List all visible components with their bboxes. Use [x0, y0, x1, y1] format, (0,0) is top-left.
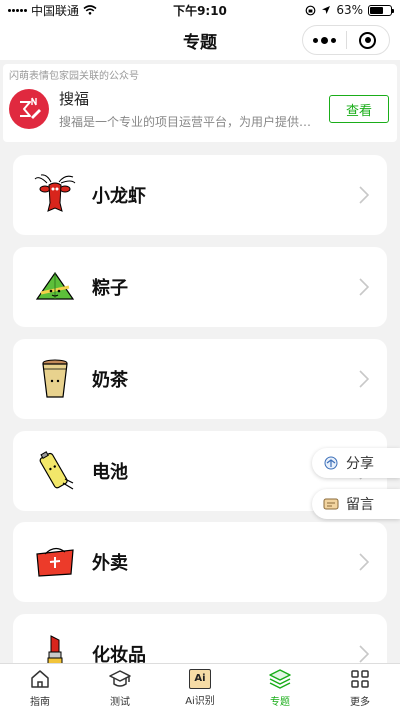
topic-card-milk-tea[interactable]: 奶茶 [13, 339, 387, 419]
view-button[interactable]: 查看 [329, 95, 389, 123]
takeout-bag-icon [33, 540, 77, 584]
more-dots-icon [312, 36, 336, 44]
chevron-right-icon [359, 645, 369, 663]
message-label: 留言 [346, 497, 374, 513]
topic-title: 奶茶 [92, 370, 128, 391]
topic-title: 粽子 [92, 278, 128, 299]
sigma-pen-icon [20, 97, 41, 119]
home-icon [31, 669, 49, 688]
more-menu-button[interactable] [303, 26, 346, 54]
message-icon [323, 498, 339, 510]
wifi-icon [83, 5, 97, 15]
chevron-right-icon [359, 278, 369, 296]
topic-title: 外卖 [92, 553, 128, 574]
tab-topics[interactable]: 专题 [240, 664, 320, 711]
grid-icon [351, 669, 369, 688]
chevron-right-icon [359, 370, 369, 388]
topic-card-zongzi[interactable]: 粽子 [13, 247, 387, 327]
nav-bar: 专题 [0, 20, 400, 60]
location-icon [322, 6, 331, 14]
tab-guide[interactable]: 指南 [0, 664, 80, 711]
official-account-banner[interactable]: 闪萌表情包家园关联的公众号 搜福 搜福是一个专业的项目运营平台，为用户提供各..… [3, 64, 397, 142]
signal-icon [8, 8, 27, 12]
share-icon [324, 456, 338, 470]
share-button[interactable]: 分享 [312, 448, 400, 478]
topic-card-takeout[interactable]: 外卖 [13, 522, 387, 602]
tab-bar: 指南 测试 Ai Ai识别 专题 更多 [0, 663, 400, 711]
chevron-right-icon [359, 186, 369, 204]
tab-label: 测试 [110, 696, 130, 708]
share-label: 分享 [346, 456, 374, 472]
orientation-lock-icon [305, 5, 316, 15]
official-account-description: 搜福是一个专业的项目运营平台，为用户提供各... [59, 115, 321, 129]
carrier-label: 中国联通 [31, 3, 80, 18]
layers-icon [269, 668, 291, 689]
graduation-cap-icon [109, 669, 131, 687]
tab-more[interactable]: 更多 [320, 664, 400, 711]
tab-label: 更多 [350, 696, 370, 708]
topic-title: 小龙虾 [92, 186, 146, 207]
battery-icon [368, 4, 394, 16]
tab-test[interactable]: 测试 [80, 664, 160, 711]
page-title: 专题 [183, 32, 217, 53]
official-account-logo [9, 89, 49, 129]
crayfish-icon [33, 173, 77, 217]
status-bar: 中国联通 下午9:10 63% [0, 0, 400, 20]
official-account-header: 闪萌表情包家园关联的公众号 [9, 71, 139, 82]
ai-icon: Ai [189, 668, 211, 689]
topic-card-crayfish[interactable]: 小龙虾 [13, 155, 387, 235]
battery-percent: 63% [336, 3, 363, 17]
mini-program-capsule [302, 25, 390, 55]
battery-cartoon-icon [33, 449, 77, 493]
close-mini-program-button[interactable] [347, 26, 390, 54]
chevron-right-icon [359, 553, 369, 571]
milk-tea-icon [33, 357, 77, 401]
tab-ai-recognition[interactable]: Ai Ai识别 [160, 664, 240, 711]
message-button[interactable]: 留言 [312, 489, 400, 519]
tab-label: 指南 [30, 696, 50, 708]
zongzi-icon [33, 265, 77, 309]
target-icon [359, 31, 377, 49]
official-account-name: 搜福 [59, 90, 90, 108]
tab-label: Ai识别 [185, 695, 215, 707]
tab-label: 专题 [270, 696, 290, 708]
